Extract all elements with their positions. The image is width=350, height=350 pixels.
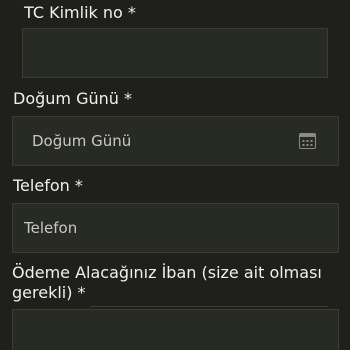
divider	[90, 306, 328, 307]
phone-field-container	[12, 203, 339, 253]
tc-kimlik-field-container	[22, 28, 328, 78]
tc-kimlik-label: TC Kimlik no *	[24, 3, 136, 22]
tc-kimlik-input[interactable]	[23, 29, 327, 77]
registration-form: TC Kimlik no * Doğum Günü * Telefon * Öd…	[0, 0, 350, 350]
dob-input[interactable]	[13, 117, 338, 165]
dob-label: Doğum Günü *	[13, 89, 132, 108]
iban-input[interactable]	[13, 310, 338, 350]
phone-label: Telefon *	[13, 176, 83, 195]
dob-field-container	[12, 116, 339, 166]
iban-label: Ödeme Alacağınız İban (size ait olması g…	[12, 263, 322, 302]
iban-field-container	[12, 309, 339, 350]
phone-input[interactable]	[13, 204, 338, 252]
calendar-icon[interactable]	[299, 132, 316, 149]
